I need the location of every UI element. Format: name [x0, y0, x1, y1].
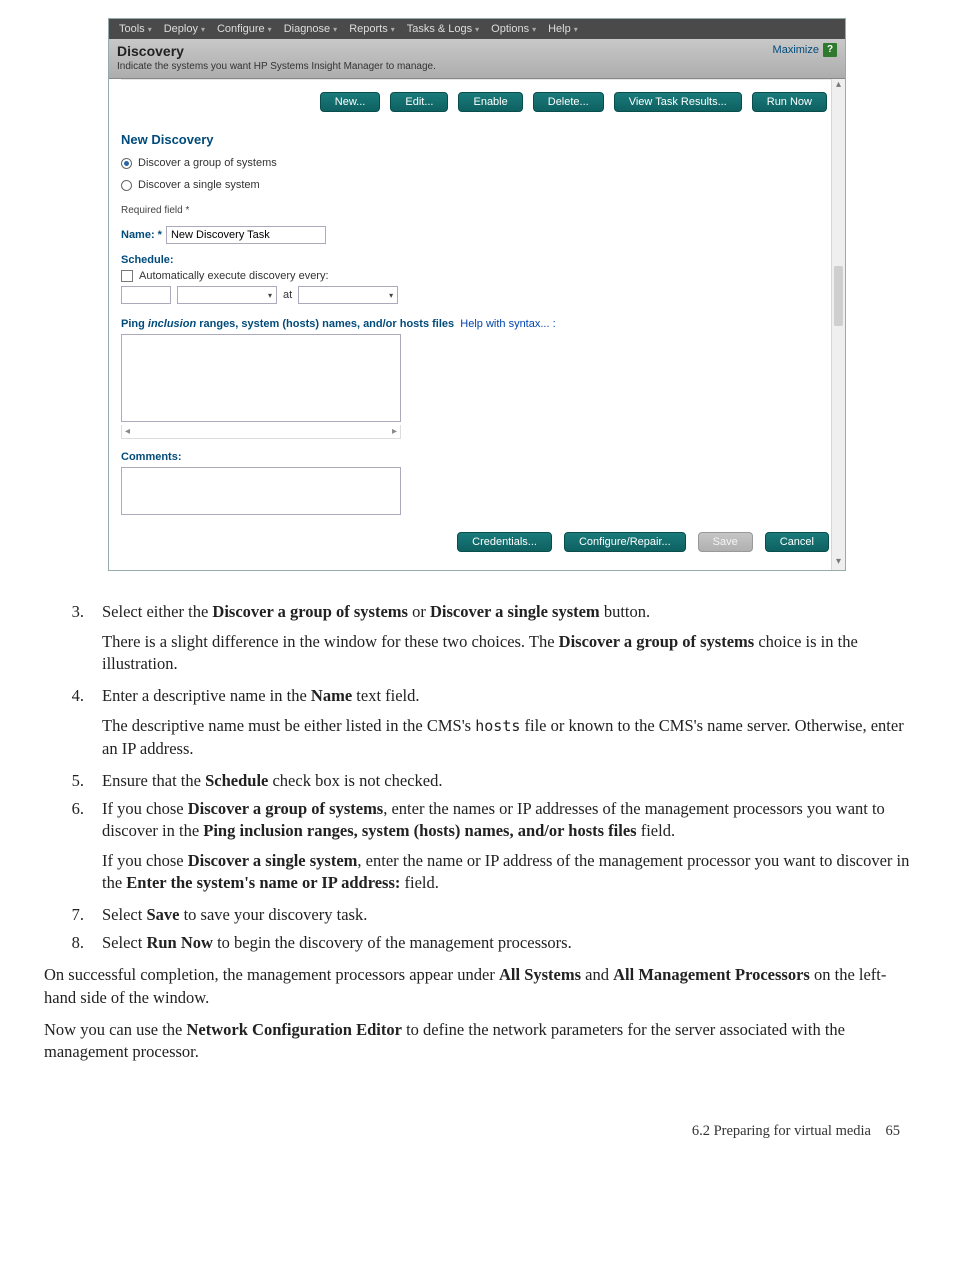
bottom-button-bar: Credentials... Configure/Repair... Save …	[121, 532, 833, 552]
comments-textarea[interactable]	[121, 467, 401, 515]
menu-configure[interactable]: Configure	[213, 22, 276, 36]
schedule-at-label: at	[283, 289, 292, 301]
schedule-checkbox[interactable]	[121, 270, 133, 282]
menubar: Tools Deploy Configure Diagnose Reports …	[109, 19, 845, 39]
scroll-down-icon[interactable]: ▾	[832, 556, 845, 570]
enable-button[interactable]: Enable	[458, 92, 522, 112]
cancel-button[interactable]: Cancel	[765, 532, 829, 552]
configure-repair-button[interactable]: Configure/Repair...	[564, 532, 686, 552]
menu-deploy[interactable]: Deploy	[160, 22, 209, 36]
scroll-thumb[interactable]	[834, 266, 843, 326]
step-number: 4.	[44, 685, 90, 707]
schedule-unit-select[interactable]	[177, 286, 277, 304]
step-number: 5.	[44, 770, 90, 792]
inner-scrollbar[interactable]: ▴ ▾	[831, 79, 845, 570]
maximize-link[interactable]: Maximize	[773, 44, 819, 56]
step-number: 3.	[44, 601, 90, 623]
page-title: Discovery	[117, 43, 436, 59]
menu-reports[interactable]: Reports	[345, 22, 399, 36]
step-number: 7.	[44, 904, 90, 926]
schedule-value-input[interactable]	[121, 286, 171, 304]
ping-label: Ping inclusion ranges, system (hosts) na…	[121, 318, 833, 330]
schedule-checkbox-label: Automatically execute discovery every:	[139, 270, 329, 282]
textarea-hscroll[interactable]: ◂▸	[121, 425, 401, 439]
help-syntax-link[interactable]: Help with syntax... :	[460, 318, 555, 330]
ping-targets-textarea[interactable]	[121, 334, 401, 422]
page-footer: 6.2 Preparing for virtual media 65	[20, 1123, 900, 1140]
step-number: 8.	[44, 932, 90, 954]
page-subtitle: Indicate the systems you want HP Systems…	[117, 61, 436, 72]
radio-group-systems[interactable]	[121, 158, 132, 169]
comments-label: Comments:	[121, 451, 833, 463]
toolbar: New... Edit... Enable Delete... View Tas…	[121, 79, 833, 120]
credentials-button[interactable]: Credentials...	[457, 532, 552, 552]
edit-button[interactable]: Edit...	[390, 92, 448, 112]
save-button[interactable]: Save	[698, 532, 753, 552]
menu-tasks-logs[interactable]: Tasks & Logs	[403, 22, 483, 36]
delete-button[interactable]: Delete...	[533, 92, 604, 112]
content-area: ▴ ▾ New... Edit... Enable Delete... View…	[109, 79, 845, 570]
radio-single-system-label: Discover a single system	[138, 179, 260, 191]
name-label: Name: *	[121, 229, 162, 241]
radio-group-systems-label: Discover a group of systems	[138, 157, 277, 169]
menu-options[interactable]: Options	[487, 22, 540, 36]
radio-single-system[interactable]	[121, 180, 132, 191]
step-number: 6.	[44, 798, 90, 842]
schedule-time-select[interactable]	[298, 286, 398, 304]
required-hint: Required field *	[121, 205, 833, 216]
menu-help[interactable]: Help	[544, 22, 582, 36]
help-icon[interactable]: ?	[823, 43, 837, 57]
app-window: Tools Deploy Configure Diagnose Reports …	[108, 18, 846, 571]
name-input[interactable]	[166, 226, 326, 244]
section-heading: New Discovery	[121, 132, 833, 147]
new-button[interactable]: New...	[320, 92, 381, 112]
document-body: 3. Select either the Discover a group of…	[44, 601, 910, 1063]
menu-diagnose[interactable]: Diagnose	[280, 22, 342, 36]
menu-tools[interactable]: Tools	[115, 22, 156, 36]
run-now-button[interactable]: Run Now	[752, 92, 827, 112]
view-task-results-button[interactable]: View Task Results...	[614, 92, 742, 112]
schedule-label: Schedule:	[121, 254, 833, 266]
scroll-up-icon[interactable]: ▴	[832, 79, 845, 93]
titlebar: Discovery Indicate the systems you want …	[109, 39, 845, 79]
